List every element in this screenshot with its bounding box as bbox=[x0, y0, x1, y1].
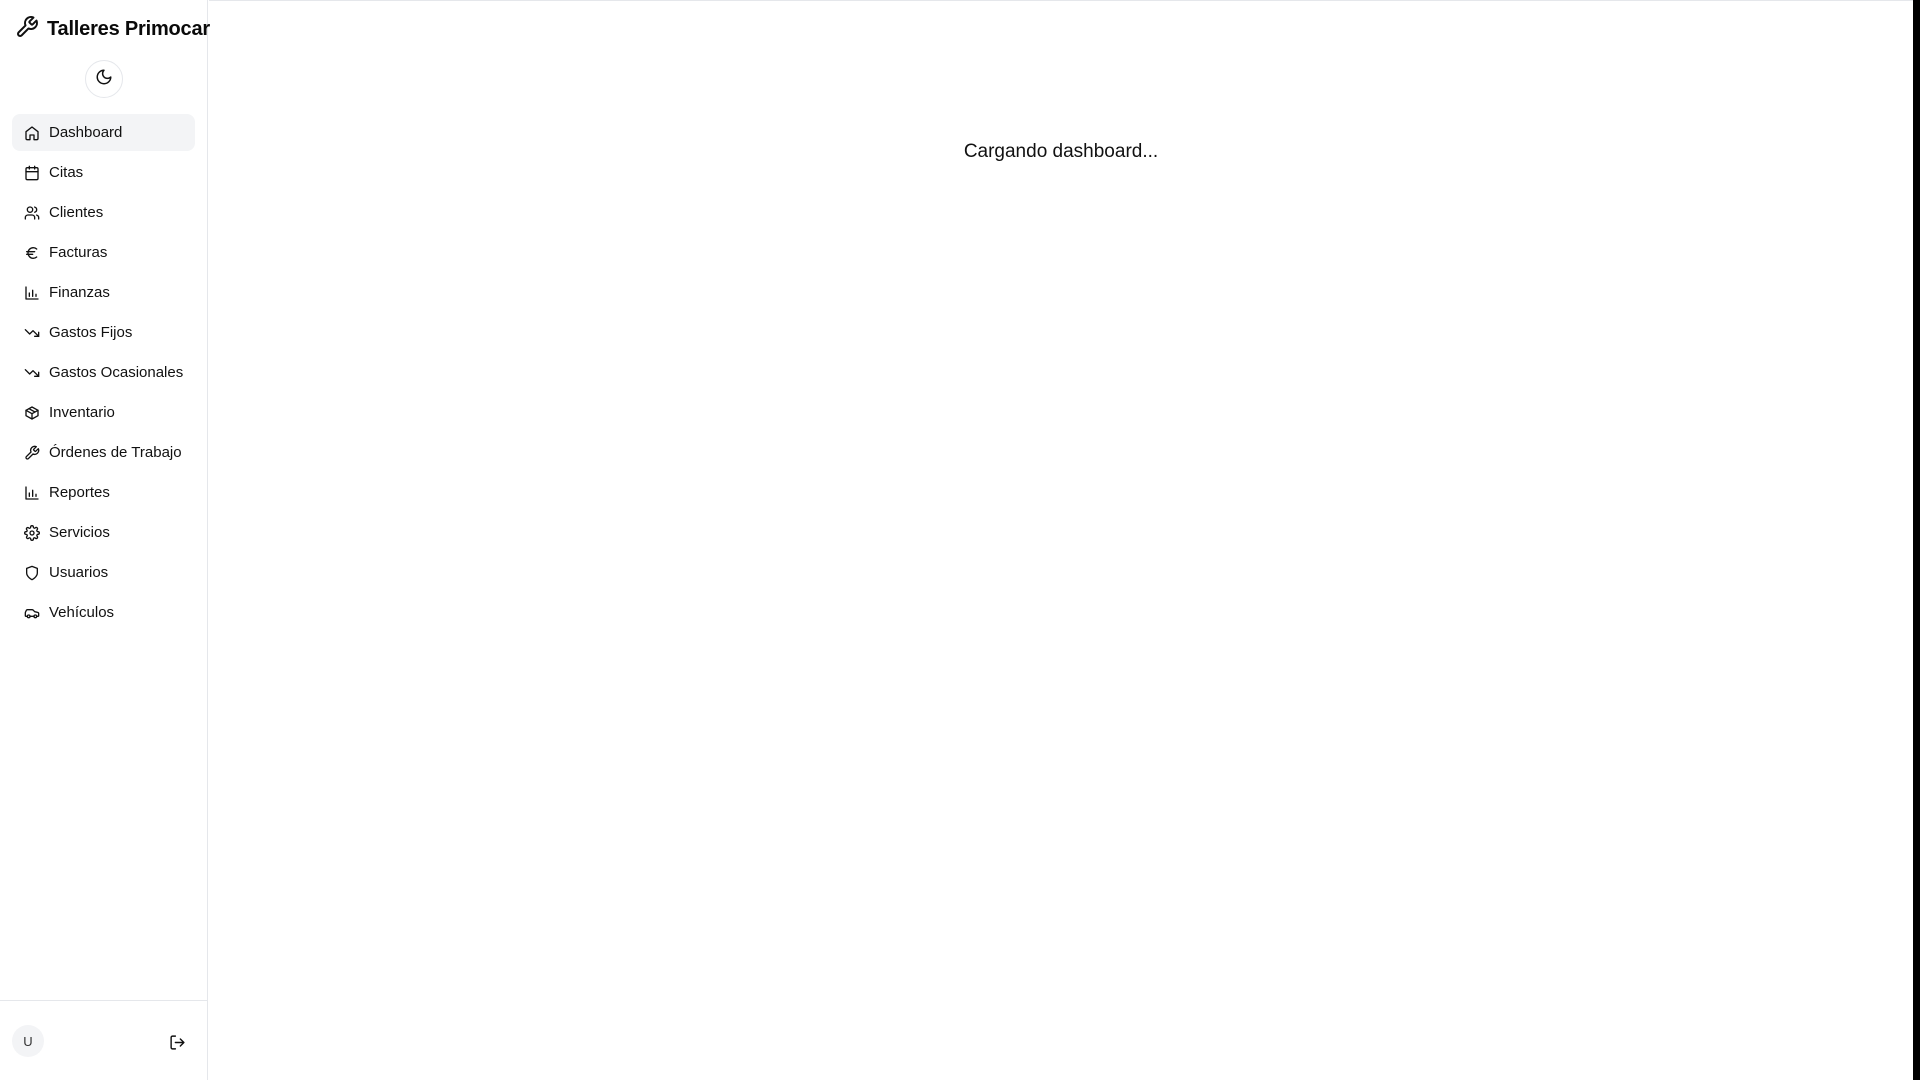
sidebar-item-label: Usuarios bbox=[49, 564, 109, 581]
sidebar-item-vehiculos[interactable]: Vehículos bbox=[12, 594, 195, 631]
sidebar-item-ordenes-de-trabajo[interactable]: Órdenes de Trabajo bbox=[12, 434, 195, 471]
theme-toggle-button[interactable] bbox=[85, 60, 123, 98]
shield-icon bbox=[26, 565, 38, 580]
sidebar-item-servicios[interactable]: Servicios bbox=[12, 514, 195, 551]
sidebar-item-gastos-fijos[interactable]: Gastos Fijos bbox=[12, 314, 195, 351]
bar-chart-icon bbox=[25, 285, 39, 300]
loading-message: Cargando dashboard... bbox=[963, 141, 1159, 162]
sidebar-item-inventario[interactable]: Inventario bbox=[12, 394, 195, 431]
avatar[interactable]: U bbox=[12, 1025, 44, 1057]
app-title: Talleres Primocar bbox=[47, 17, 210, 40]
sidebar: Talleres Primocar Dashboard Citas Client… bbox=[0, 0, 210, 1080]
sidebar-item-label: Inventario bbox=[49, 404, 115, 421]
sidebar-item-label: Reportes bbox=[49, 484, 110, 501]
brand[interactable]: Talleres Primocar bbox=[15, 15, 210, 44]
sidebar-item-label: Finanzas bbox=[49, 284, 110, 301]
sidebar-item-citas[interactable]: Citas bbox=[12, 154, 195, 191]
sidebar-item-gastos-ocasionales[interactable]: Gastos Ocasionales bbox=[12, 354, 195, 391]
wrench-icon bbox=[25, 445, 40, 460]
sidebar-item-label: Órdenes de Trabajo bbox=[49, 444, 182, 461]
logout-button[interactable] bbox=[166, 1031, 188, 1053]
moon-icon bbox=[95, 68, 113, 91]
sidebar-footer: U bbox=[0, 1000, 208, 1080]
sidebar-item-label: Facturas bbox=[49, 244, 108, 261]
trending-down-icon bbox=[24, 328, 40, 337]
gear-icon bbox=[24, 524, 40, 541]
package-icon bbox=[25, 405, 39, 420]
sidebar-item-label: Dashboard bbox=[49, 124, 123, 141]
sidebar-item-label: Gastos Fijos bbox=[49, 324, 133, 341]
sidebar-item-label: Citas bbox=[49, 164, 84, 181]
sidebar-item-reportes[interactable]: Reportes bbox=[12, 474, 195, 511]
wrench-icon bbox=[15, 15, 39, 44]
calendar-icon bbox=[25, 165, 39, 180]
sidebar-item-clientes[interactable]: Clientes bbox=[12, 194, 195, 231]
scrollbar[interactable] bbox=[1913, 0, 1920, 1080]
sidebar-item-dashboard[interactable]: Dashboard bbox=[12, 114, 195, 151]
app-root: Talleres Primocar Dashboard Citas Client… bbox=[0, 0, 1920, 1080]
logout-icon bbox=[169, 1034, 185, 1050]
euro-icon bbox=[26, 246, 38, 259]
trending-down-icon bbox=[24, 368, 40, 377]
bar-chart-icon bbox=[25, 485, 39, 500]
car-icon bbox=[24, 608, 40, 618]
sidebar-item-label: Vehículos bbox=[49, 604, 115, 621]
sidebar-item-usuarios[interactable]: Usuarios bbox=[12, 554, 195, 591]
sidebar-item-label: Servicios bbox=[49, 524, 110, 541]
sidebar-nav: Dashboard Citas Clientes Facturas Finanz… bbox=[12, 114, 195, 634]
sidebar-item-facturas[interactable]: Facturas bbox=[12, 234, 195, 271]
sidebar-item-label: Gastos Ocasionales bbox=[49, 364, 184, 381]
home-icon bbox=[25, 125, 39, 140]
sidebar-item-label: Clientes bbox=[49, 204, 104, 221]
main-content: Cargando dashboard... bbox=[209, 0, 1913, 1080]
users-icon bbox=[24, 205, 40, 220]
sidebar-item-finanzas[interactable]: Finanzas bbox=[12, 274, 195, 311]
